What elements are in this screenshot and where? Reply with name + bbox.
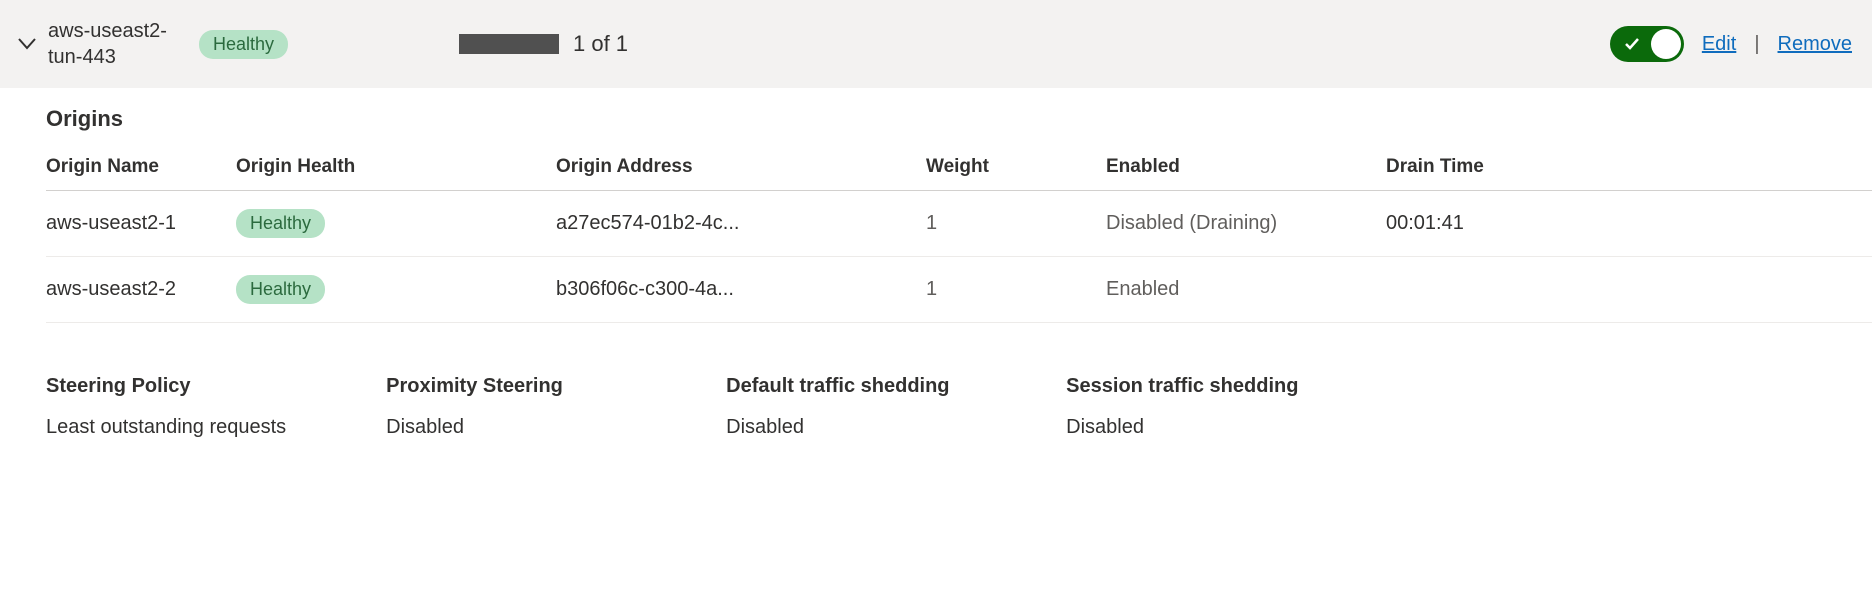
pool-name: aws-useast2-tun-443 (44, 18, 199, 70)
progress-text: 1 of 1 (573, 31, 628, 57)
policy-value: Least outstanding requests (46, 416, 286, 439)
policy-label: Default traffic shedding (726, 375, 966, 398)
origin-name: aws-useast2-1 (46, 191, 236, 257)
col-header-name: Origin Name (46, 146, 236, 191)
col-header-health: Origin Health (236, 146, 556, 191)
pool-health-badge: Healthy (199, 30, 288, 59)
table-row: aws-useast2-1 Healthy a27ec574-01b2-4c..… (46, 191, 1872, 257)
origins-table: Origin Name Origin Health Origin Address… (46, 146, 1872, 323)
policy-label: Proximity Steering (386, 375, 626, 398)
origin-weight: 1 (926, 191, 1106, 257)
pool-enabled-toggle[interactable] (1610, 26, 1684, 62)
policy-steering: Steering Policy Least outstanding reques… (46, 375, 286, 439)
table-header-row: Origin Name Origin Health Origin Address… (46, 146, 1872, 191)
policy-value: Disabled (726, 416, 966, 439)
origin-address: b306f06c-c300-4a... (556, 257, 926, 323)
progress-bar (459, 34, 559, 54)
col-header-address: Origin Address (556, 146, 926, 191)
policies-row: Steering Policy Least outstanding reques… (46, 323, 1872, 469)
chevron-down-icon[interactable] (10, 38, 44, 50)
policy-default-shedding: Default traffic shedding Disabled (726, 375, 966, 439)
origin-name: aws-useast2-2 (46, 257, 236, 323)
col-header-weight: Weight (926, 146, 1106, 191)
action-divider: | (1754, 33, 1759, 56)
origin-enabled: Enabled (1106, 257, 1386, 323)
origin-drain: 00:01:41 (1386, 191, 1872, 257)
policy-proximity: Proximity Steering Disabled (386, 375, 626, 439)
origin-address: a27ec574-01b2-4c... (556, 191, 926, 257)
origin-enabled: Disabled (Draining) (1106, 191, 1386, 257)
col-header-enabled: Enabled (1106, 146, 1386, 191)
table-row: aws-useast2-2 Healthy b306f06c-c300-4a..… (46, 257, 1872, 323)
policy-label: Steering Policy (46, 375, 286, 398)
check-icon (1624, 35, 1640, 58)
origin-health-badge: Healthy (236, 275, 325, 304)
origins-title: Origins (46, 106, 1872, 132)
toggle-knob (1651, 29, 1681, 59)
policy-session-shedding: Session traffic shedding Disabled (1066, 375, 1306, 439)
pool-header: aws-useast2-tun-443 Healthy 1 of 1 Edit … (0, 0, 1872, 88)
policy-value: Disabled (386, 416, 626, 439)
origin-weight: 1 (926, 257, 1106, 323)
edit-link[interactable]: Edit (1702, 33, 1736, 56)
pool-details: Origins Origin Name Origin Health Origin… (0, 88, 1872, 469)
remove-link[interactable]: Remove (1778, 33, 1852, 56)
origin-health-badge: Healthy (236, 209, 325, 238)
origin-drain (1386, 257, 1872, 323)
col-header-drain: Drain Time (1386, 146, 1872, 191)
policy-label: Session traffic shedding (1066, 375, 1306, 398)
policy-value: Disabled (1066, 416, 1306, 439)
